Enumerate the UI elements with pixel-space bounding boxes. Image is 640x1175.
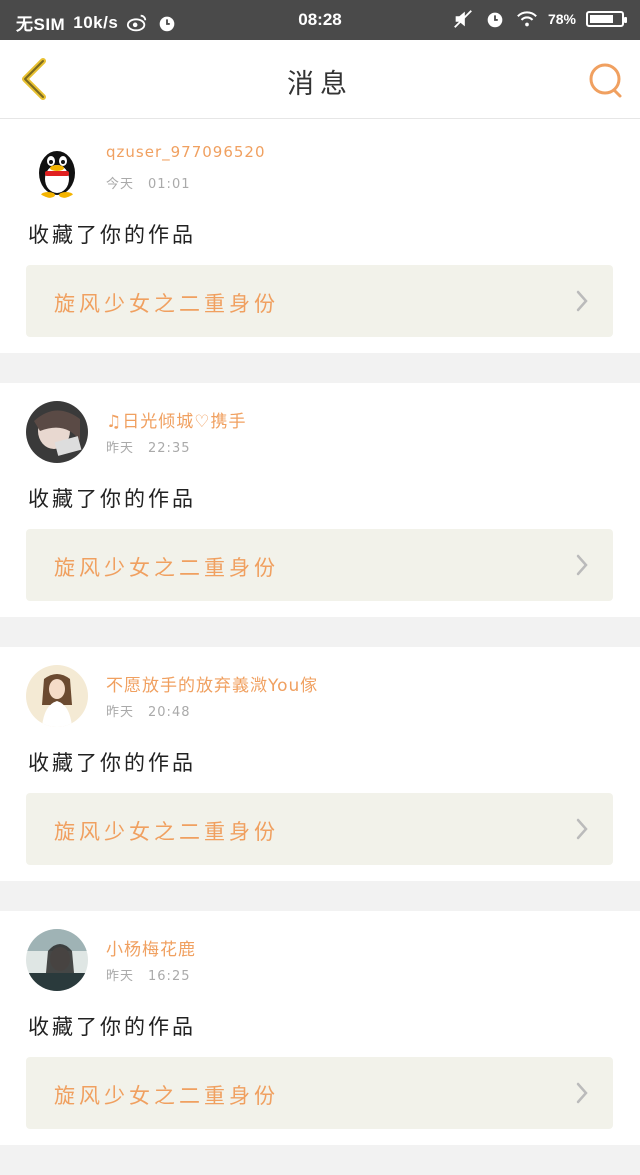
alarm-icon bbox=[487, 12, 503, 28]
user-photo-avatar bbox=[26, 665, 88, 727]
time-label: 20:48 bbox=[148, 705, 191, 720]
action-text: 收藏了你的作品 bbox=[28, 751, 196, 775]
action-text: 收藏了你的作品 bbox=[28, 1015, 196, 1039]
page-title: 消息 bbox=[287, 69, 353, 100]
username[interactable]: ♫日光倾城♡携手 bbox=[106, 407, 246, 432]
time-label: 16:25 bbox=[148, 969, 191, 984]
wifi-icon bbox=[517, 11, 537, 27]
chevron-right-icon bbox=[576, 290, 588, 312]
work-title: 旋风少女之二重身份 bbox=[54, 1084, 279, 1108]
status-right: 78% bbox=[452, 8, 627, 30]
chevron-right-icon bbox=[576, 1082, 588, 1104]
date-label: 昨天 bbox=[106, 441, 135, 456]
qq-penguin-avatar bbox=[26, 137, 88, 199]
header: 消息 bbox=[0, 40, 640, 119]
user-photo-avatar bbox=[26, 929, 88, 991]
work-link[interactable]: 旋风少女之二重身份 bbox=[26, 793, 613, 865]
work-title: 旋风少女之二重身份 bbox=[54, 556, 279, 580]
battery-icon bbox=[586, 11, 627, 27]
mute-icon bbox=[454, 10, 472, 28]
chevron-right-icon bbox=[576, 818, 588, 840]
timestamp: 昨天 20:48 bbox=[106, 701, 190, 720]
timestamp: 昨天 16:25 bbox=[106, 965, 190, 984]
work-title: 旋风少女之二重身份 bbox=[54, 820, 279, 844]
search-icon[interactable] bbox=[586, 60, 626, 100]
avatar[interactable] bbox=[26, 137, 88, 199]
status-bar: 无SIM 10k/s 08:28 78% bbox=[0, 0, 640, 40]
work-link[interactable]: 旋风少女之二重身份 bbox=[26, 1057, 613, 1129]
avatar[interactable] bbox=[26, 665, 88, 727]
message-card: qzuser_977096520 今天 01:01 收藏了你的作品 旋风少女之二重… bbox=[0, 119, 640, 353]
work-title: 旋风少女之二重身份 bbox=[54, 292, 279, 316]
avatar[interactable] bbox=[26, 929, 88, 991]
time-label: 22:35 bbox=[148, 441, 191, 456]
work-link[interactable]: 旋风少女之二重身份 bbox=[26, 529, 613, 601]
message-card: ♫日光倾城♡携手 昨天 22:35 收藏了你的作品 旋风少女之二重身份 bbox=[0, 383, 640, 617]
action-text: 收藏了你的作品 bbox=[28, 487, 196, 511]
timestamp: 昨天 22:35 bbox=[106, 437, 190, 456]
date-label: 今天 bbox=[106, 177, 135, 192]
action-text: 收藏了你的作品 bbox=[28, 223, 196, 247]
timestamp: 今天 01:01 bbox=[106, 173, 190, 192]
username[interactable]: qzuser_977096520 bbox=[106, 143, 266, 161]
avatar[interactable] bbox=[26, 401, 88, 463]
message-card: 不愿放手的放弃義溦You傢 昨天 20:48 收藏了你的作品 旋风少女之二重身份 bbox=[0, 647, 640, 881]
battery-percent: 78% bbox=[547, 11, 576, 27]
date-label: 昨天 bbox=[106, 969, 135, 984]
message-list: qzuser_977096520 今天 01:01 收藏了你的作品 旋风少女之二重… bbox=[0, 119, 640, 1175]
user-photo-avatar bbox=[26, 401, 88, 463]
username[interactable]: 小杨梅花鹿 bbox=[106, 935, 196, 960]
chevron-right-icon bbox=[576, 554, 588, 576]
work-link[interactable]: 旋风少女之二重身份 bbox=[26, 265, 613, 337]
time-label: 01:01 bbox=[148, 177, 191, 192]
date-label: 昨天 bbox=[106, 705, 135, 720]
username[interactable]: 不愿放手的放弃義溦You傢 bbox=[106, 671, 318, 696]
battery-level bbox=[590, 15, 613, 23]
message-card: 小杨梅花鹿 昨天 16:25 收藏了你的作品 旋风少女之二重身份 bbox=[0, 911, 640, 1145]
